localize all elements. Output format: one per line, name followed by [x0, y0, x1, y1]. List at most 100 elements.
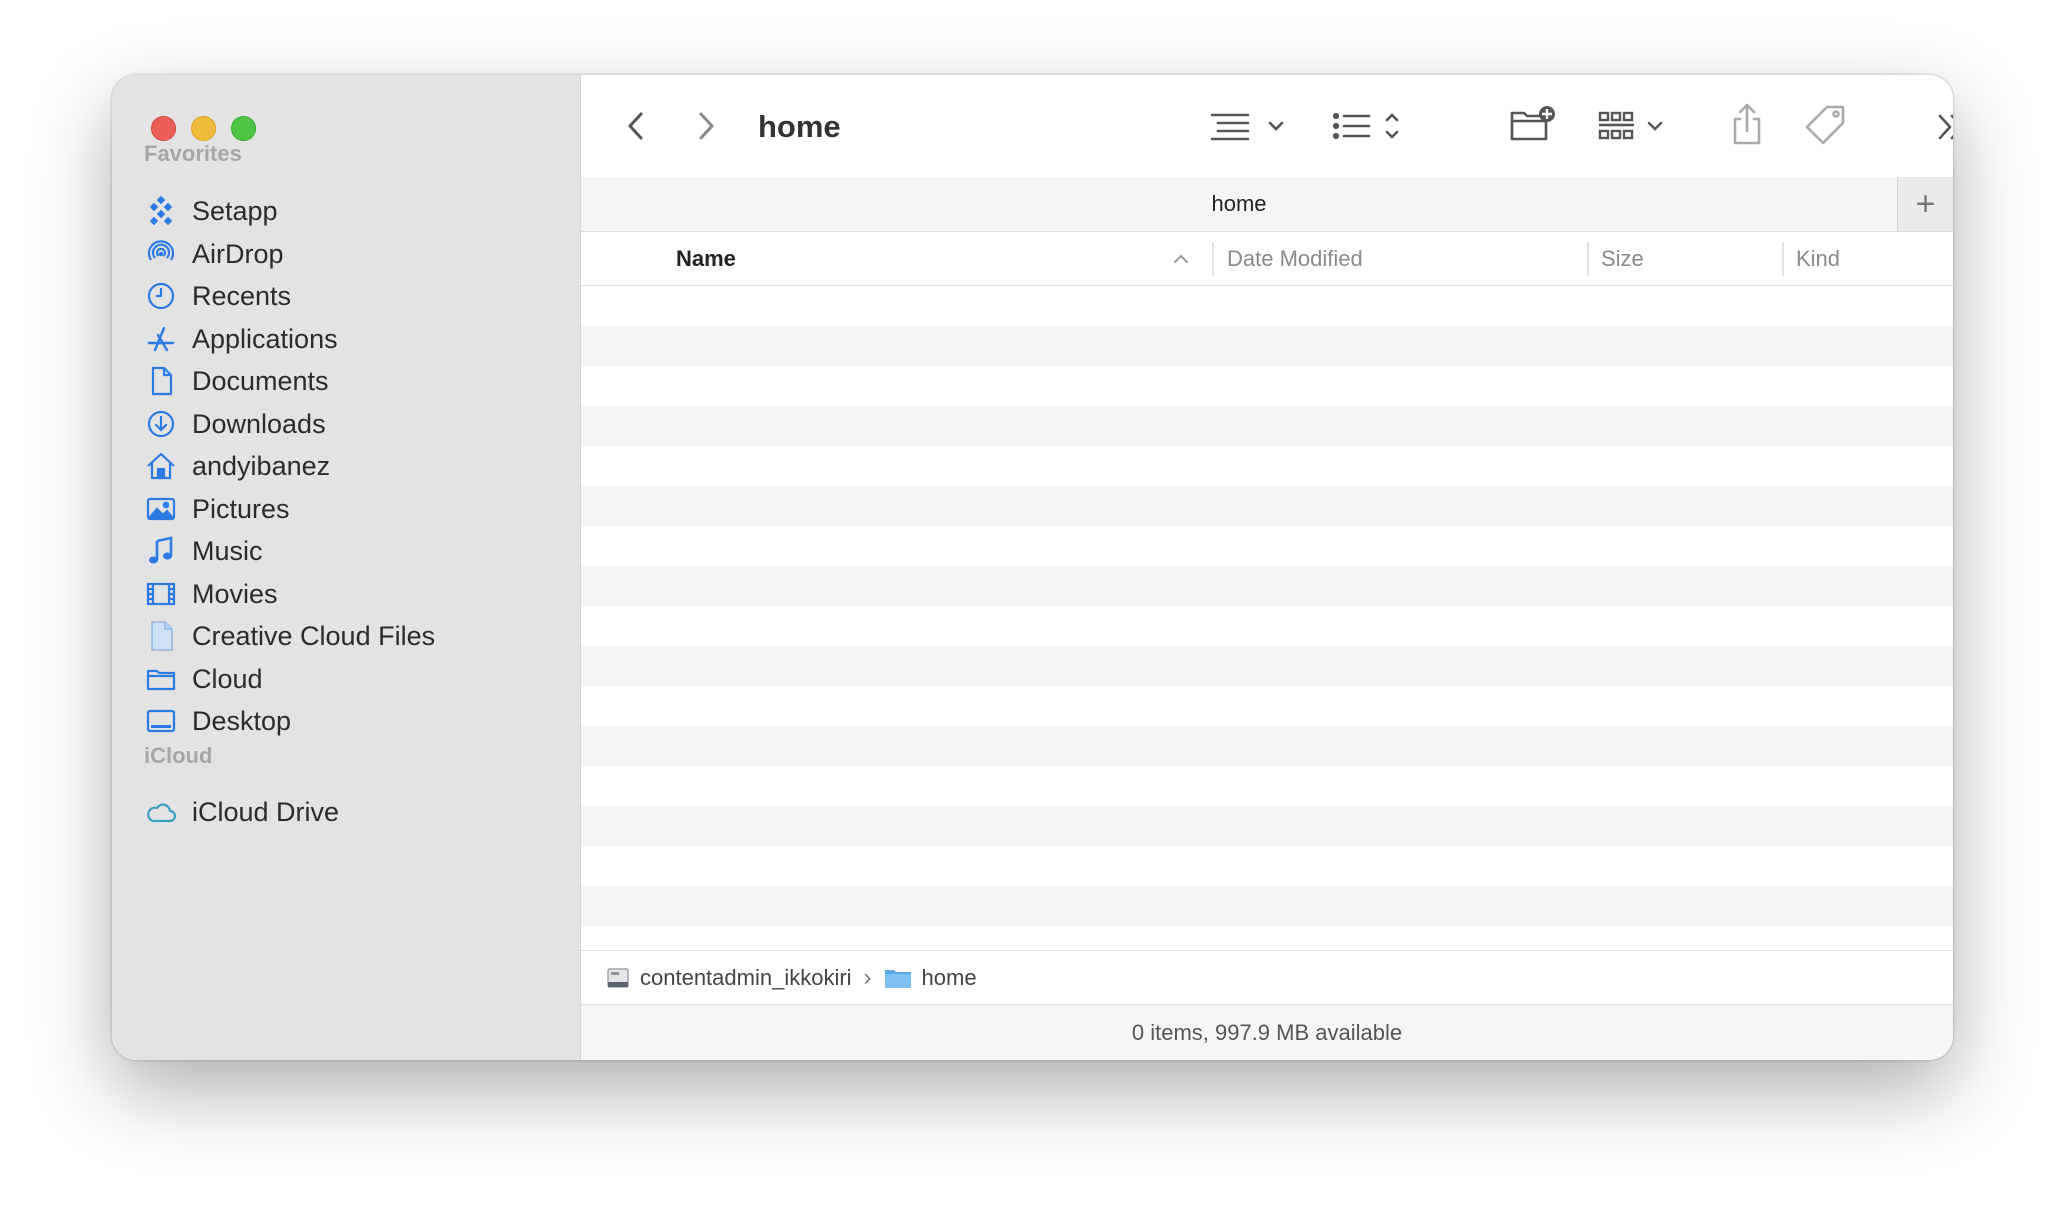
window-title: home: [758, 109, 841, 144]
setapp-icon: [144, 194, 178, 228]
sidebar-item-cloud[interactable]: Cloud: [144, 655, 564, 703]
empty-row: [581, 486, 1953, 526]
empty-row: [581, 726, 1953, 766]
arrange-grid-button[interactable]: [1597, 105, 1677, 147]
sidebar-item-label: AirDrop: [192, 238, 284, 269]
new-folder-button[interactable]: [1508, 103, 1558, 147]
share-icon: [1733, 103, 1761, 145]
empty-row: [581, 286, 1953, 326]
empty-row: [581, 366, 1953, 406]
sidebar-item-pictures[interactable]: Pictures: [144, 485, 564, 533]
new-tab-button[interactable]: +: [1897, 177, 1953, 231]
forward-button[interactable]: [691, 109, 721, 143]
sidebar-item-label: Recents: [192, 280, 292, 311]
path-item-volume[interactable]: contentadmin_ikkokiri: [606, 965, 852, 991]
sidebar-item-applications[interactable]: Applications: [144, 315, 564, 363]
close-window-button[interactable]: [151, 116, 176, 141]
column-divider[interactable]: [1587, 242, 1589, 276]
airdrop-icon: [144, 237, 178, 271]
empty-row: [581, 886, 1953, 926]
zoom-window-button[interactable]: [231, 116, 256, 141]
status-bar: 0 items, 997.9 MB available: [581, 1004, 1953, 1060]
file-list[interactable]: [581, 286, 1953, 1028]
sidebar-item-desktop[interactable]: Desktop: [144, 697, 564, 745]
sidebar-item-documents[interactable]: Documents: [144, 357, 564, 405]
sidebar-item-airdrop[interactable]: AirDrop: [144, 230, 564, 278]
share-button[interactable]: [1727, 101, 1767, 149]
tag-button[interactable]: [1803, 103, 1849, 149]
path-folder-label: home: [921, 965, 977, 990]
sort-ascending-icon: [1174, 254, 1188, 263]
empty-row: [581, 606, 1953, 646]
double-chevron-right-icon: [1938, 114, 1953, 140]
column-date-label: Date Modified: [1227, 245, 1363, 271]
folder-icon: [144, 662, 178, 696]
empty-row: [581, 686, 1953, 726]
grid-icon: [1598, 111, 1663, 140]
sidebar-item-label: Downloads: [192, 408, 326, 439]
column-size-label: Size: [1601, 245, 1644, 271]
path-bar: contentadmin_ikkokiri › home: [581, 950, 1953, 1005]
column-header-kind[interactable]: Kind: [1796, 232, 1946, 285]
empty-row: [581, 526, 1953, 566]
folder-icon: [884, 970, 911, 988]
more-toolbar-button[interactable]: [1934, 107, 1953, 147]
sidebar-item-recents[interactable]: Recents: [144, 272, 564, 320]
chevron-right-icon: [699, 112, 714, 140]
empty-row: [581, 766, 1953, 806]
sidebar-item-creative-cloud-files[interactable]: Creative Cloud Files: [144, 612, 564, 660]
drive-icon: [607, 968, 629, 988]
sidebar-item-label: andyibanez: [192, 450, 331, 481]
document-icon: [144, 364, 178, 398]
sidebar-item-music[interactable]: Music: [144, 527, 564, 575]
new-folder-icon: [1510, 106, 1555, 141]
view-options-button[interactable]: [1208, 105, 1288, 147]
column-header-name[interactable]: Name: [676, 232, 1196, 285]
sidebar-item-downloads[interactable]: Downloads: [144, 400, 564, 448]
sidebar-item-label: Movies: [192, 578, 278, 609]
tab-home[interactable]: home: [581, 177, 1897, 231]
sidebar-item-label: Pictures: [192, 493, 290, 524]
column-header-date-modified[interactable]: Date Modified: [1227, 232, 1577, 285]
favorites-header: Favorites: [144, 141, 242, 166]
main-pane: home home + Name Date Modified Size Kind…: [581, 75, 1953, 1060]
empty-row: [581, 566, 1953, 606]
empty-row: [581, 406, 1953, 446]
photo-icon: [144, 492, 178, 526]
list-lines-icon: [1210, 113, 1284, 141]
sidebar-item-label: Applications: [192, 323, 338, 354]
cloud-icon: [144, 795, 178, 829]
empty-row: [581, 326, 1953, 366]
home-icon: [144, 449, 178, 483]
sidebar-item-icloud-drive[interactable]: iCloud Drive: [144, 788, 564, 836]
sidebar-item-label: Cloud: [192, 663, 263, 694]
path-item-folder[interactable]: home: [884, 965, 977, 991]
icloud-header: iCloud: [144, 743, 213, 768]
column-divider[interactable]: [1782, 242, 1784, 276]
sidebar-item-movies[interactable]: Movies: [144, 570, 564, 618]
empty-row: [581, 646, 1953, 686]
empty-row: [581, 806, 1953, 846]
column-header-size[interactable]: Size: [1601, 232, 1781, 285]
column-kind-label: Kind: [1796, 245, 1841, 271]
sidebar-item-home[interactable]: andyibanez: [144, 442, 564, 490]
film-icon: [144, 577, 178, 611]
empty-row: [581, 846, 1953, 886]
clock-icon: [144, 279, 178, 313]
path-volume-label: contentadmin_ikkokiri: [640, 965, 852, 990]
sidebar-item-label: Creative Cloud Files: [192, 620, 436, 651]
column-divider[interactable]: [1212, 242, 1214, 276]
download-icon: [144, 407, 178, 441]
sidebar-item-label: Desktop: [192, 705, 292, 736]
music-note-icon: [144, 534, 178, 568]
back-button[interactable]: [621, 109, 651, 143]
list-bullets-icon: [1332, 112, 1399, 140]
sidebar-item-label: Setapp: [192, 195, 278, 226]
tag-icon: [1805, 105, 1845, 145]
column-header-row: Name Date Modified Size Kind: [581, 232, 1953, 286]
sidebar-item-label: iCloud Drive: [192, 796, 340, 827]
group-sort-button[interactable]: [1331, 105, 1411, 147]
minimize-window-button[interactable]: [191, 116, 216, 141]
sidebar-item-setapp[interactable]: Setapp: [144, 187, 564, 235]
applications-icon: [144, 322, 178, 356]
